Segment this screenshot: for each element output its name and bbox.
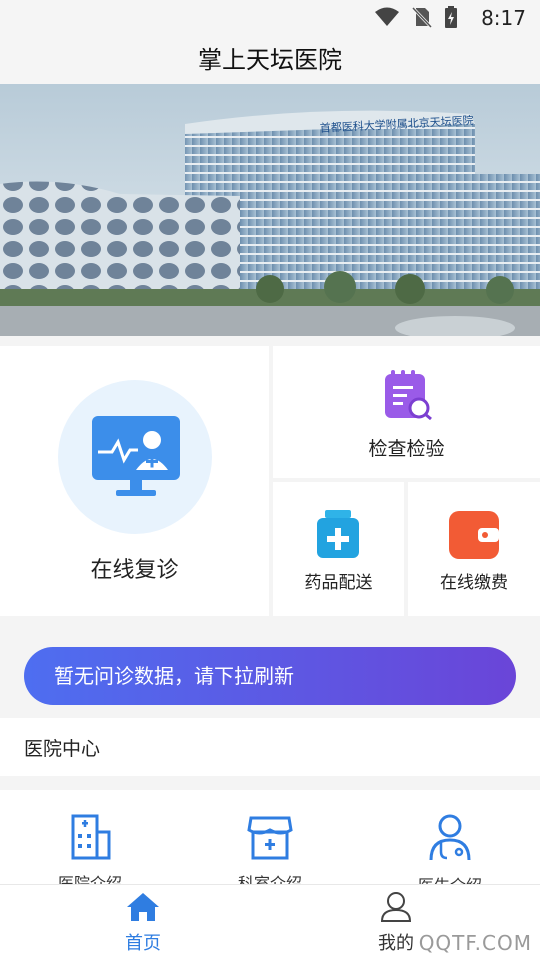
medicine-delivery-tile[interactable]: 药品配送 (273, 482, 404, 616)
status-bar: 8:17 (0, 0, 540, 36)
bottom-nav: 首页 我的 QQTF.COM (0, 884, 540, 961)
status-time: 8:17 (481, 6, 526, 30)
status-icons (374, 6, 458, 28)
hospital-banner[interactable]: 首都医科大学附属北京天坛医院 (0, 84, 540, 336)
department-intro-item[interactable]: 科室介绍 (210, 814, 330, 894)
user-icon (380, 892, 412, 922)
online-payment-label: 在线缴费 (440, 573, 508, 593)
department-store-icon (247, 816, 293, 860)
hospital-center-header: 医院中心 (0, 718, 540, 776)
online-payment-tile[interactable]: 在线缴费 (408, 482, 540, 616)
hospital-intro-item[interactable]: 医院介绍 (30, 814, 150, 894)
nav-home-label: 首页 (125, 933, 161, 954)
watermark: QQTF.COM (418, 931, 532, 955)
online-revisit-label: 在线复诊 (90, 558, 179, 583)
hospital-building-image: 首都医科大学附属北京天坛医院 (0, 84, 540, 336)
battery-icon (445, 6, 457, 28)
nav-home[interactable]: 首页 (83, 891, 203, 955)
doctor-icon (429, 814, 471, 861)
exam-tile[interactable]: 检查检验 (273, 346, 540, 478)
exam-label: 检查检验 (368, 438, 445, 460)
hospital-building-icon (71, 814, 111, 860)
home-icon (127, 893, 159, 921)
page-title: 掌上天坛医院 (0, 36, 540, 84)
doctor-monitor-icon (92, 416, 180, 496)
medicine-delivery-label: 药品配送 (304, 573, 373, 593)
hospital-center-title: 医院中心 (24, 738, 101, 760)
medicine-bottle-icon (317, 510, 359, 558)
wallet-icon (449, 511, 499, 559)
inquiry-notice[interactable]: 暂无问诊数据，请下拉刷新 (24, 647, 516, 705)
online-revisit-tile[interactable]: 在线复诊 (0, 346, 269, 616)
wifi-icon (375, 7, 399, 26)
no-sim-icon (412, 6, 432, 28)
report-search-icon (385, 370, 432, 420)
